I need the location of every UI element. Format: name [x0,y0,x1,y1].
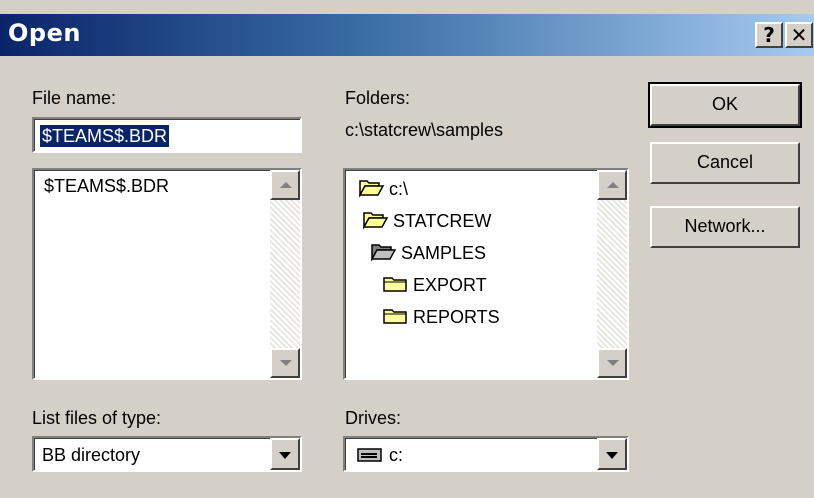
folder-item-export[interactable]: EXPORT [383,274,487,296]
folder-item-samples[interactable]: SAMPLES [370,242,487,264]
drives-label: Drives: [345,408,402,428]
folders-label: Folders: [345,88,411,108]
file-type-value: BB directory [42,445,141,465]
scroll-down-button[interactable] [270,348,300,378]
scroll-up-button[interactable] [597,170,627,200]
drive-icon [357,448,382,462]
file-type-select[interactable]: BB directory [32,436,302,472]
folder-item-reports[interactable]: REPORTS [383,306,500,328]
scroll-up-button[interactable] [270,170,300,200]
file-list[interactable]: $TEAMS$.BDR [32,168,302,380]
file-name-label: File name: [32,88,117,108]
close-button[interactable]: ✕ [785,22,813,48]
scroll-down-button[interactable] [597,348,627,378]
network-button[interactable]: Network... [650,206,800,248]
file-list-item[interactable]: $TEAMS$.BDR [44,176,169,197]
folder-name: SAMPLES [401,243,487,263]
folder-icon [383,277,407,292]
folder-tree-scrollbar[interactable] [597,170,627,378]
folder-name: STATCREW [393,211,492,231]
scroll-down-arrow-icon [280,360,292,366]
cancel-button[interactable]: Cancel [650,142,800,184]
title-bar[interactable]: Open ? ✕ [0,14,814,56]
drives-select[interactable]: c: [343,436,629,472]
file-list-scrollbar[interactable] [270,170,300,378]
folder-name: EXPORT [413,275,487,295]
ok-button[interactable]: OK [648,82,802,128]
chevron-down-icon [279,452,291,459]
open-folder-icon [358,180,385,198]
scroll-up-arrow-icon [280,182,292,188]
open-folder-selected-icon [370,244,397,262]
scroll-up-arrow-icon [607,182,619,188]
folder-item-root[interactable]: c:\ [358,178,409,200]
current-path: c:\statcrew\samples [345,120,504,140]
open-dialog: Open ? ✕ File name: $TEAMS$.BDR $TEAMS$.… [0,0,814,498]
help-button[interactable]: ? [755,22,783,48]
window-title: Open [8,19,81,47]
folder-item-statcrew[interactable]: STATCREW [362,210,492,232]
folder-icon [383,309,407,324]
folder-name: REPORTS [413,307,500,327]
drives-dropdown-button[interactable] [597,438,627,470]
drives-value-wrap: c: [357,445,403,466]
file-type-label: List files of type: [32,408,162,428]
open-folder-icon [362,212,389,230]
scroll-down-arrow-icon [607,360,619,366]
file-name-value: $TEAMS$.BDR [40,125,170,147]
drives-value: c: [389,445,404,465]
file-type-dropdown-button[interactable] [270,438,300,470]
file-name-input[interactable]: $TEAMS$.BDR [32,117,302,153]
chevron-down-icon [606,452,618,459]
folder-name: c:\ [389,179,409,199]
folder-tree[interactable]: c:\ STATCREW SAMPLES EXPORT REPORTS [343,168,629,380]
